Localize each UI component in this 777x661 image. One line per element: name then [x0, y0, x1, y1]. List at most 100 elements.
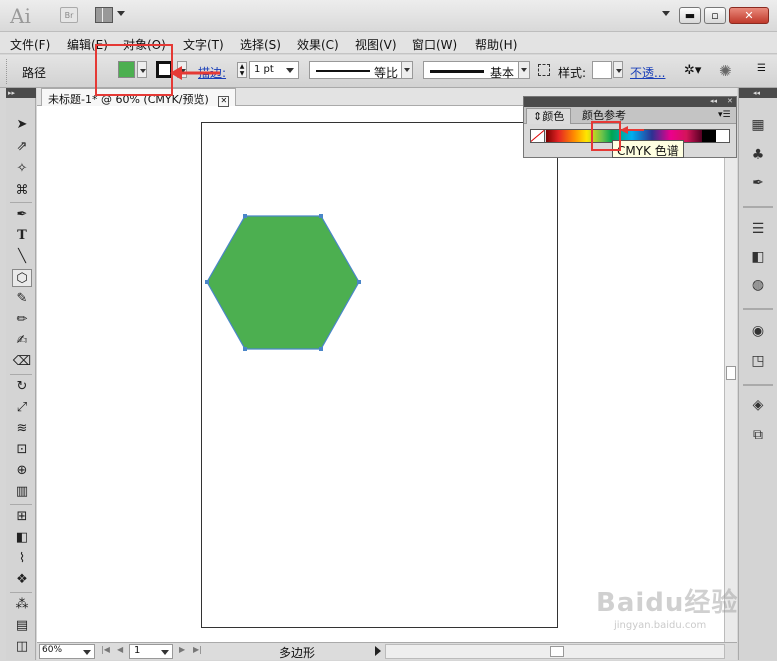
gradient-tool-icon[interactable]: ◧ [12, 529, 32, 547]
direct-selection-tool-icon[interactable]: ⇗ [12, 138, 32, 156]
warp-tool-icon[interactable]: ≋ [12, 420, 32, 438]
graphic-style-swatch[interactable] [592, 61, 612, 79]
artboard-number-select[interactable]: 1 [129, 644, 173, 659]
panel-menu-icon[interactable]: ☰ [757, 63, 766, 74]
divider [10, 202, 32, 203]
transparency-panel-icon[interactable]: ◍ [749, 276, 767, 294]
divider [10, 374, 32, 375]
close-icon[interactable]: ✕ [218, 96, 230, 107]
brushes-icon[interactable]: ✒ [749, 174, 767, 192]
chevron-down-icon [518, 62, 529, 78]
column-graph-tool-icon[interactable]: ▤ [12, 617, 32, 635]
menu-help[interactable]: 帮助(H) [475, 36, 517, 53]
blob-brush-tool-icon[interactable]: ✍ [12, 332, 32, 350]
dock-header[interactable]: ◂◂ [739, 88, 777, 98]
horizontal-scroll-thumb[interactable] [550, 646, 564, 657]
white-swatch[interactable] [716, 130, 729, 142]
pencil-tool-icon[interactable]: ✏ [12, 311, 32, 329]
style-label: 样式: [558, 66, 587, 80]
panel-menu-icon[interactable]: ▾☰ [718, 110, 731, 120]
stroke-panel-icon[interactable]: ☰ [749, 220, 767, 238]
menu-type[interactable]: 文字(T) [183, 36, 224, 53]
lasso-tool-icon[interactable]: ⌘ [12, 182, 32, 200]
current-tool-status[interactable]: 多边形 [209, 644, 385, 661]
brush-definition-select[interactable]: 基本 [423, 61, 530, 80]
menu-file[interactable]: 文件(F) [10, 36, 50, 53]
paintbrush-tool-icon[interactable]: ✎ [12, 290, 32, 308]
tab-color[interactable]: ⇕颜色 [526, 108, 572, 124]
vertical-scrollbar[interactable] [724, 106, 737, 642]
chevron-down-icon [83, 650, 91, 655]
collapse-icon: ◂◂ [710, 97, 718, 105]
artboard[interactable] [201, 122, 558, 628]
variable-width-profile-select[interactable]: 等比 [309, 61, 413, 80]
stroke-width-field[interactable]: 1 pt [249, 61, 299, 79]
symbols-icon[interactable]: ♣ [749, 146, 767, 164]
symbol-sprayer-tool-icon[interactable]: ⁂ [12, 596, 32, 614]
eraser-tool-icon[interactable]: ⌫ [12, 353, 32, 371]
graphic-styles-icon[interactable]: ◳ [749, 352, 767, 370]
graph-tool-icon[interactable]: ▥ [12, 483, 32, 501]
chevron-down-icon [161, 650, 169, 655]
free-transform-tool-icon[interactable]: ⊡ [12, 441, 32, 459]
swatches-icon[interactable]: ▦ [749, 116, 767, 134]
previous-artboard-icon[interactable]: ◀ [117, 645, 123, 654]
artboards-icon[interactable]: ⧉ [749, 426, 767, 444]
divider [743, 206, 773, 208]
horizontal-scrollbar[interactable] [385, 644, 725, 659]
baidu-watermark: Baidu经验 jingyan.baidu.com [596, 582, 777, 642]
recolor-artwork-icon[interactable]: ✲▾ [684, 63, 706, 79]
control-bar-grip[interactable] [6, 59, 10, 84]
menu-window[interactable]: 窗口(W) [412, 36, 457, 53]
align-icon[interactable] [538, 64, 550, 76]
gear-icon[interactable]: ✺ [719, 62, 732, 80]
hexagon-shape[interactable] [201, 210, 366, 357]
workspace-dropdown-icon[interactable] [662, 11, 670, 16]
first-artboard-icon[interactable]: |◀ [101, 645, 110, 654]
app-logo: Ai [10, 4, 31, 28]
selection-tool-icon[interactable]: ➤ [12, 116, 32, 134]
last-artboard-icon[interactable]: ▶| [193, 645, 202, 654]
eyedropper-tool-icon[interactable]: ⌇ [12, 550, 32, 568]
close-button[interactable]: ✕ [729, 7, 769, 24]
blend-tool-icon[interactable]: ❖ [12, 571, 32, 589]
bridge-button[interactable]: Br [60, 7, 78, 23]
black-swatch[interactable] [702, 130, 716, 142]
menu-select[interactable]: 选择(S) [240, 36, 281, 53]
artboard-tool-icon[interactable]: ◫ [12, 638, 32, 656]
scale-tool-icon[interactable]: ⤢ [12, 399, 32, 417]
shape-builder-tool-icon[interactable]: ⊕ [12, 462, 32, 480]
menu-view[interactable]: 视图(V) [355, 36, 397, 53]
status-menu-arrow-icon[interactable] [375, 646, 381, 656]
appearance-panel-icon[interactable]: ◉ [749, 322, 767, 340]
color-panel-header[interactable]: ◂◂ ✕ [524, 97, 736, 107]
tools-panel: ▸▸ ➤ ⇗ ✧ ⌘ ✒ T ╲ ⬡ ✎ ✏ ✍ ⌫ ↻ ⤢ ≋ ⊡ ⊕ ▥ ⊞… [6, 88, 36, 660]
none-swatch[interactable] [531, 130, 545, 142]
zoom-select[interactable]: 60% [39, 644, 95, 659]
type-tool-icon[interactable]: T [12, 227, 32, 245]
stroke-width-value: 1 pt [254, 64, 274, 75]
polygon-tool-icon[interactable]: ⬡ [12, 269, 32, 287]
minimize-button[interactable]: ▬ [679, 7, 701, 24]
chevron-down-icon [401, 62, 412, 78]
opacity-link[interactable]: 不透... [630, 64, 665, 81]
pen-tool-icon[interactable]: ✒ [12, 206, 32, 224]
layers-icon[interactable]: ◈ [749, 396, 767, 414]
style-dropdown[interactable] [613, 61, 623, 78]
tools-panel-header[interactable]: ▸▸ [6, 88, 36, 98]
profile-label: 等比 [374, 66, 399, 80]
brush-label: 基本 [490, 66, 515, 80]
line-tool-icon[interactable]: ╲ [12, 248, 32, 266]
magic-wand-tool-icon[interactable]: ✧ [12, 160, 32, 178]
mesh-tool-icon[interactable]: ⊞ [12, 508, 32, 526]
arrange-documents-button[interactable] [95, 7, 127, 23]
menu-effect[interactable]: 效果(C) [297, 36, 339, 53]
annotation-arrow-spectrum [620, 126, 644, 134]
profile-preview [316, 70, 370, 72]
gradient-panel-icon[interactable]: ◧ [749, 248, 767, 266]
right-dock: ◂◂ ▦ ♣ ✒ ☰ ◧ ◍ ◉ ◳ ◈ ⧉ [738, 88, 777, 660]
maximize-button[interactable]: ▫ [704, 7, 726, 24]
next-artboard-icon[interactable]: ▶ [179, 645, 185, 654]
rotate-tool-icon[interactable]: ↻ [12, 378, 32, 396]
vertical-scroll-thumb[interactable] [726, 366, 736, 380]
